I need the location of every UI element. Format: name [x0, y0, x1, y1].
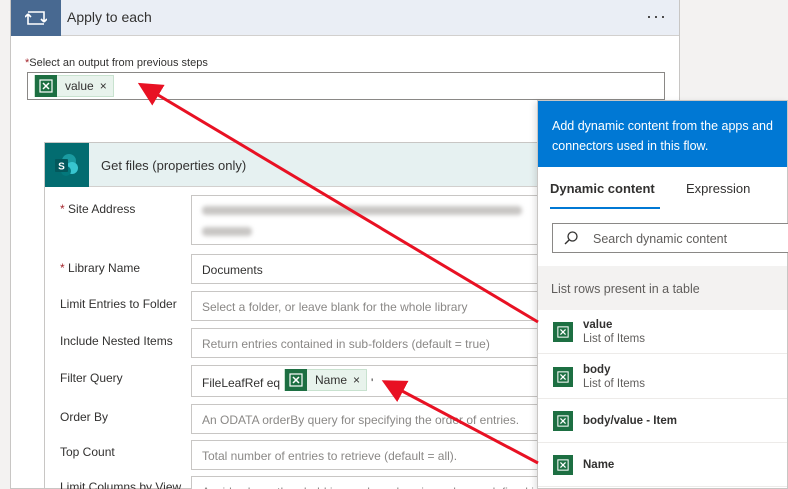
- loop-icon: [11, 0, 61, 36]
- item-type: List of Items: [583, 333, 645, 345]
- limit-folder-label: Limit Entries to Folder: [60, 297, 177, 311]
- top-count-field[interactable]: Total number of entries to retrieve (def…: [191, 440, 551, 470]
- select-output-field[interactable]: value ×: [27, 72, 665, 100]
- remove-token-icon[interactable]: ×: [98, 79, 113, 93]
- site-address-label: * Site Address: [60, 202, 136, 216]
- filter-query-text: FileLeafRef eq ': [202, 376, 286, 390]
- excel-icon: [285, 369, 307, 391]
- top-count-label: Top Count: [60, 445, 115, 459]
- sharepoint-icon: S: [45, 143, 89, 187]
- dynamic-content-panel: Add dynamic content from the apps and co…: [537, 100, 788, 489]
- tab-dynamic-content[interactable]: Dynamic content: [550, 181, 655, 196]
- library-name-label: * Library Name: [60, 261, 141, 275]
- name-token-label: Name: [315, 373, 348, 387]
- name-token[interactable]: Name ×: [284, 369, 368, 391]
- item-type: List of Items: [583, 378, 645, 390]
- filter-query-label: Filter Query: [60, 371, 123, 385]
- get-files-card: S Get files (properties only) * Site Add…: [44, 142, 554, 489]
- remove-token-icon[interactable]: ×: [351, 373, 366, 387]
- library-name-field[interactable]: Documents: [191, 254, 551, 284]
- dynamic-item-body[interactable]: body List of Items: [538, 355, 787, 399]
- excel-icon: [35, 75, 57, 97]
- excel-icon: [553, 455, 573, 475]
- nested-items-label: Include Nested Items: [60, 334, 173, 348]
- filter-query-field[interactable]: FileLeafRef eq ' Name × ': [191, 365, 551, 397]
- section-title: List rows present in a table: [551, 282, 700, 296]
- search-dynamic-input[interactable]: Search dynamic content: [552, 223, 788, 253]
- item-name: body: [583, 364, 611, 376]
- value-token[interactable]: value ×: [34, 75, 114, 97]
- nested-items-field[interactable]: Return entries contained in sub-folders …: [191, 328, 551, 358]
- select-output-label: *Select an output from previous steps: [25, 57, 208, 69]
- excel-icon: [553, 322, 573, 342]
- limit-folder-field[interactable]: Select a folder, or leave blank for the …: [191, 291, 551, 321]
- item-name: body/value - Item: [583, 415, 677, 427]
- get-files-title: Get files (properties only): [101, 158, 247, 173]
- order-by-label: Order By: [60, 410, 109, 424]
- search-placeholder: Search dynamic content: [593, 232, 728, 246]
- blurred-site-url: [202, 206, 522, 215]
- limit-columns-field[interactable]: Avoid column threshold issues by only us…: [191, 476, 551, 489]
- apply-to-each-title: Apply to each: [67, 9, 152, 25]
- filter-query-suffix: ': [371, 376, 374, 390]
- dynamic-item-name[interactable]: Name: [538, 443, 787, 487]
- apply-to-each-header[interactable]: Apply to each ···: [11, 0, 679, 36]
- excel-icon: [553, 411, 573, 431]
- item-name: Name: [583, 459, 615, 471]
- svg-text:S: S: [58, 162, 65, 173]
- excel-icon: [553, 367, 573, 387]
- more-options-icon[interactable]: ···: [646, 6, 667, 27]
- dynamic-panel-tabs: Dynamic content Expression: [538, 167, 787, 211]
- limit-columns-label: Limit Columns by View: [60, 480, 182, 489]
- value-token-label: value: [65, 79, 94, 93]
- select-output-label-text: Select an output from previous steps: [29, 57, 208, 69]
- item-name: value: [583, 319, 613, 331]
- get-files-header[interactable]: S Get files (properties only): [45, 143, 553, 187]
- dynamic-item-value[interactable]: value List of Items: [538, 310, 787, 354]
- section-header: List rows present in a table: [538, 266, 787, 310]
- dynamic-item-body-value-item[interactable]: body/value - Item: [538, 399, 787, 443]
- dynamic-panel-header: Add dynamic content from the apps and co…: [538, 101, 787, 167]
- tab-expression[interactable]: Expression: [686, 181, 750, 196]
- site-address-field[interactable]: [191, 195, 551, 245]
- blurred-site-url-2: [202, 227, 252, 236]
- order-by-field[interactable]: An ODATA orderBy query for specifying th…: [191, 404, 551, 434]
- search-icon: [564, 231, 578, 245]
- active-tab-underline: [550, 207, 660, 209]
